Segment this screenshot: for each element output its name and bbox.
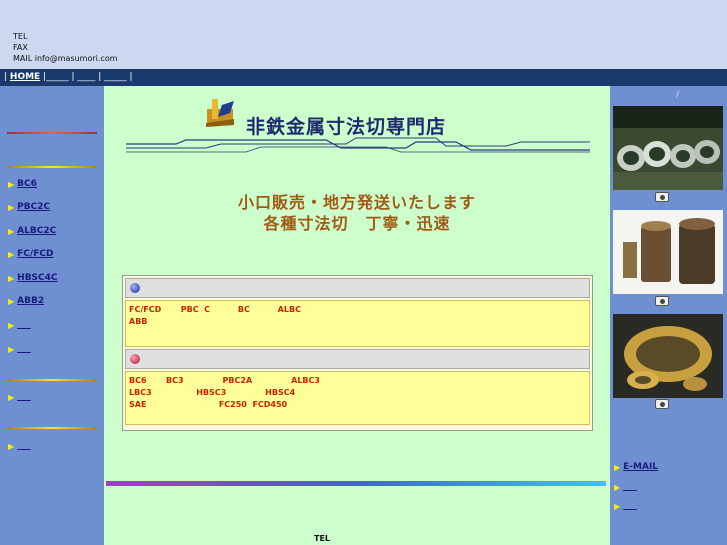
section-header-2: [125, 349, 590, 369]
company-logo: [206, 99, 234, 127]
camera-icon[interactable]: [655, 296, 669, 306]
sidebar-item-blank-4[interactable]: ▶ ___: [8, 441, 31, 451]
arrow-right-icon: ▶: [8, 202, 15, 212]
sidebar-item-fcfcd[interactable]: ▶ FC/FCD: [8, 249, 53, 259]
arrow-right-icon: ▶: [614, 482, 621, 492]
sidebar-item-label[interactable]: ___: [17, 441, 31, 451]
left-sidebar: ▶ BC6 ▶ PBC2C ▶ ALBC2C ▶ FC/FCD ▶ HBSC4C ▶ ABB…: [0, 86, 104, 545]
product-table: FC/FCD PBC C BC ALBC ABB BC6 BC3 PBC2A A…: [122, 275, 593, 431]
sidebar-item-albc2c[interactable]: ▶ ALBC2C: [8, 226, 56, 236]
email-link-label[interactable]: E-MAIL: [623, 462, 658, 472]
arrow-right-icon: ▶: [614, 501, 621, 511]
divider-line: [106, 481, 606, 486]
sidebar-item-label[interactable]: PBC2C: [17, 202, 50, 212]
sidebar-divider: [7, 427, 97, 429]
arrow-right-icon: ▶: [8, 249, 15, 259]
top-nav: | HOME |_____ | ____ | _____ |: [0, 69, 727, 86]
sidebar-divider: [7, 379, 97, 381]
product-line: ABB: [129, 317, 148, 326]
product-line: LBC3 HBSC3 HBSC4: [129, 388, 296, 397]
arrow-right-icon: ▶: [614, 462, 621, 472]
sidebar-item-label[interactable]: BC6: [17, 179, 37, 189]
right-link-2[interactable]: ▶ ___: [614, 482, 637, 492]
arrow-right-icon: ▶: [8, 392, 15, 402]
email-link[interactable]: ▶ E-MAIL: [614, 462, 658, 472]
header-bar: TEL FAX MAIL info@masumori.com: [0, 0, 727, 69]
arrow-right-icon: ▶: [8, 320, 15, 330]
footer-tel: TEL: [314, 534, 331, 543]
camera-icon[interactable]: [655, 192, 669, 202]
nav-home-link[interactable]: HOME: [10, 72, 40, 82]
product-line: FC/FCD PBC C BC ALBC: [129, 305, 301, 314]
product-line: BC6 BC3 PBC2A ALBC3: [129, 376, 320, 385]
right-link-label[interactable]: ___: [623, 501, 637, 511]
arrow-right-icon: ▶: [8, 344, 15, 354]
slash-mark: /: [676, 90, 680, 100]
photo-brass-rings[interactable]: [613, 314, 723, 398]
arrow-right-icon: ▶: [8, 226, 15, 236]
sidebar-item-blank-2[interactable]: ▶ ___: [8, 344, 31, 354]
section-body-2: BC6 BC3 PBC2A ALBC3 LBC3 HBSC3 HBSC4 SAE…: [125, 371, 590, 425]
sidebar-item-label[interactable]: ___: [17, 320, 31, 330]
arrow-right-icon: ▶: [8, 179, 15, 189]
sidebar-item-blank-1[interactable]: ▶ ___: [8, 320, 31, 330]
red-ball-icon: [130, 354, 140, 364]
product-line: SAE FC250 FCD450: [129, 400, 288, 409]
arrow-right-icon: ▶: [8, 441, 15, 451]
sidebar-item-label[interactable]: HBSC4C: [17, 273, 57, 283]
sidebar-item-blank-3[interactable]: ▶ ___: [8, 392, 31, 402]
sidebar-item-label[interactable]: FC/FCD: [17, 249, 53, 259]
arrow-right-icon: ▶: [8, 296, 15, 306]
sidebar-item-label[interactable]: ___: [17, 344, 31, 354]
blue-ball-icon: [130, 283, 140, 293]
sidebar-divider: [7, 132, 97, 134]
shop-title: 非鉄金属寸法切専門店: [246, 116, 447, 138]
section-body-1: FC/FCD PBC C BC ALBC ABB: [125, 300, 590, 347]
sidebar-item-label[interactable]: ABB2: [17, 296, 44, 306]
fax-label: FAX: [13, 43, 28, 52]
section-header-1: [125, 278, 590, 298]
mail-line[interactable]: MAIL info@masumori.com: [13, 54, 118, 64]
arrow-right-icon: ▶: [8, 273, 15, 283]
camera-icon[interactable]: [655, 399, 669, 409]
nav-rest[interactable]: |_____ | ____ | _____ |: [40, 72, 132, 82]
tagline-secondary: 各種寸法切 丁寧・迅速: [263, 214, 451, 233]
main-content: 非鉄金属寸法切専門店 小口販売・地方発送いたします 各種寸法切 丁寧・迅速 FC…: [104, 86, 610, 545]
sidebar-item-bc6[interactable]: ▶ BC6: [8, 179, 37, 189]
right-link-3[interactable]: ▶ ___: [614, 501, 637, 511]
sidebar-item-pbc2c[interactable]: ▶ PBC2C: [8, 202, 50, 212]
sidebar-item-hbsc4c[interactable]: ▶ HBSC4C: [8, 273, 58, 283]
photo-bronze-blocks[interactable]: [613, 210, 723, 294]
sidebar-item-abb2[interactable]: ▶ ABB2: [8, 296, 44, 306]
right-sidebar: / ▶ E-MAIL ▶ ___ ▶ ___: [610, 86, 727, 545]
decorative-wave: [126, 137, 590, 153]
right-link-label[interactable]: ___: [623, 482, 637, 492]
sidebar-item-label[interactable]: ALBC2C: [17, 226, 56, 236]
sidebar-divider: [7, 166, 97, 168]
sidebar-item-label[interactable]: ___: [17, 392, 31, 402]
photo-metal-pipes[interactable]: [613, 106, 723, 190]
tel-label: TEL: [13, 32, 28, 41]
